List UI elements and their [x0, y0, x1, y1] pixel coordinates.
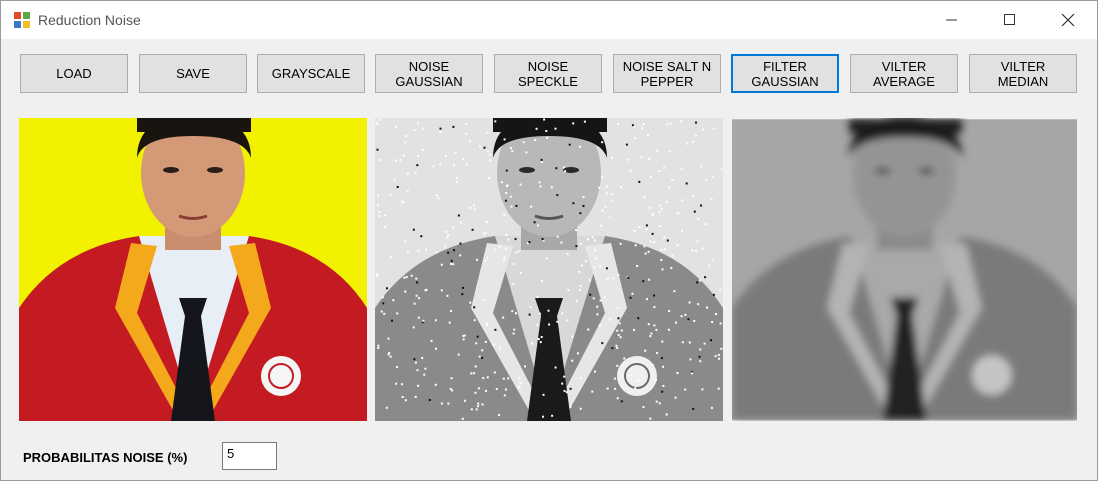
- title-bar: Reduction Noise: [1, 1, 1097, 39]
- app-window: Reduction Noise LOAD SAVE GRAYSCALE NOIS…: [0, 0, 1098, 481]
- filter-gaussian-button[interactable]: FILTER GAUSSIAN: [731, 54, 839, 93]
- noise-salt-pepper-button[interactable]: NOISE SALT N PEPPER: [613, 54, 721, 93]
- noisy-image: [375, 118, 723, 421]
- close-button[interactable]: [1045, 1, 1091, 39]
- noise-probability-label: PROBABILITAS NOISE (%): [23, 450, 188, 465]
- noise-speckle-button[interactable]: NOISE SPECKLE: [494, 54, 602, 93]
- original-image: [19, 118, 367, 421]
- window-title: Reduction Noise: [38, 12, 141, 28]
- filter-median-button[interactable]: VILTER MEDIAN: [969, 54, 1077, 93]
- filter-average-button[interactable]: VILTER AVERAGE: [850, 54, 958, 93]
- minimize-button[interactable]: [929, 1, 975, 39]
- filtered-image: [732, 118, 1077, 421]
- app-icon: [14, 12, 30, 28]
- minimize-icon: [946, 19, 957, 21]
- maximize-button[interactable]: [987, 1, 1033, 39]
- save-button[interactable]: SAVE: [139, 54, 247, 93]
- grayscale-button[interactable]: GRAYSCALE: [257, 54, 365, 93]
- load-button[interactable]: LOAD: [20, 54, 128, 93]
- close-icon: [1061, 13, 1075, 27]
- noise-gaussian-button[interactable]: NOISE GAUSSIAN: [375, 54, 483, 93]
- maximize-icon: [1004, 14, 1015, 25]
- noise-probability-input[interactable]: 5: [222, 442, 277, 470]
